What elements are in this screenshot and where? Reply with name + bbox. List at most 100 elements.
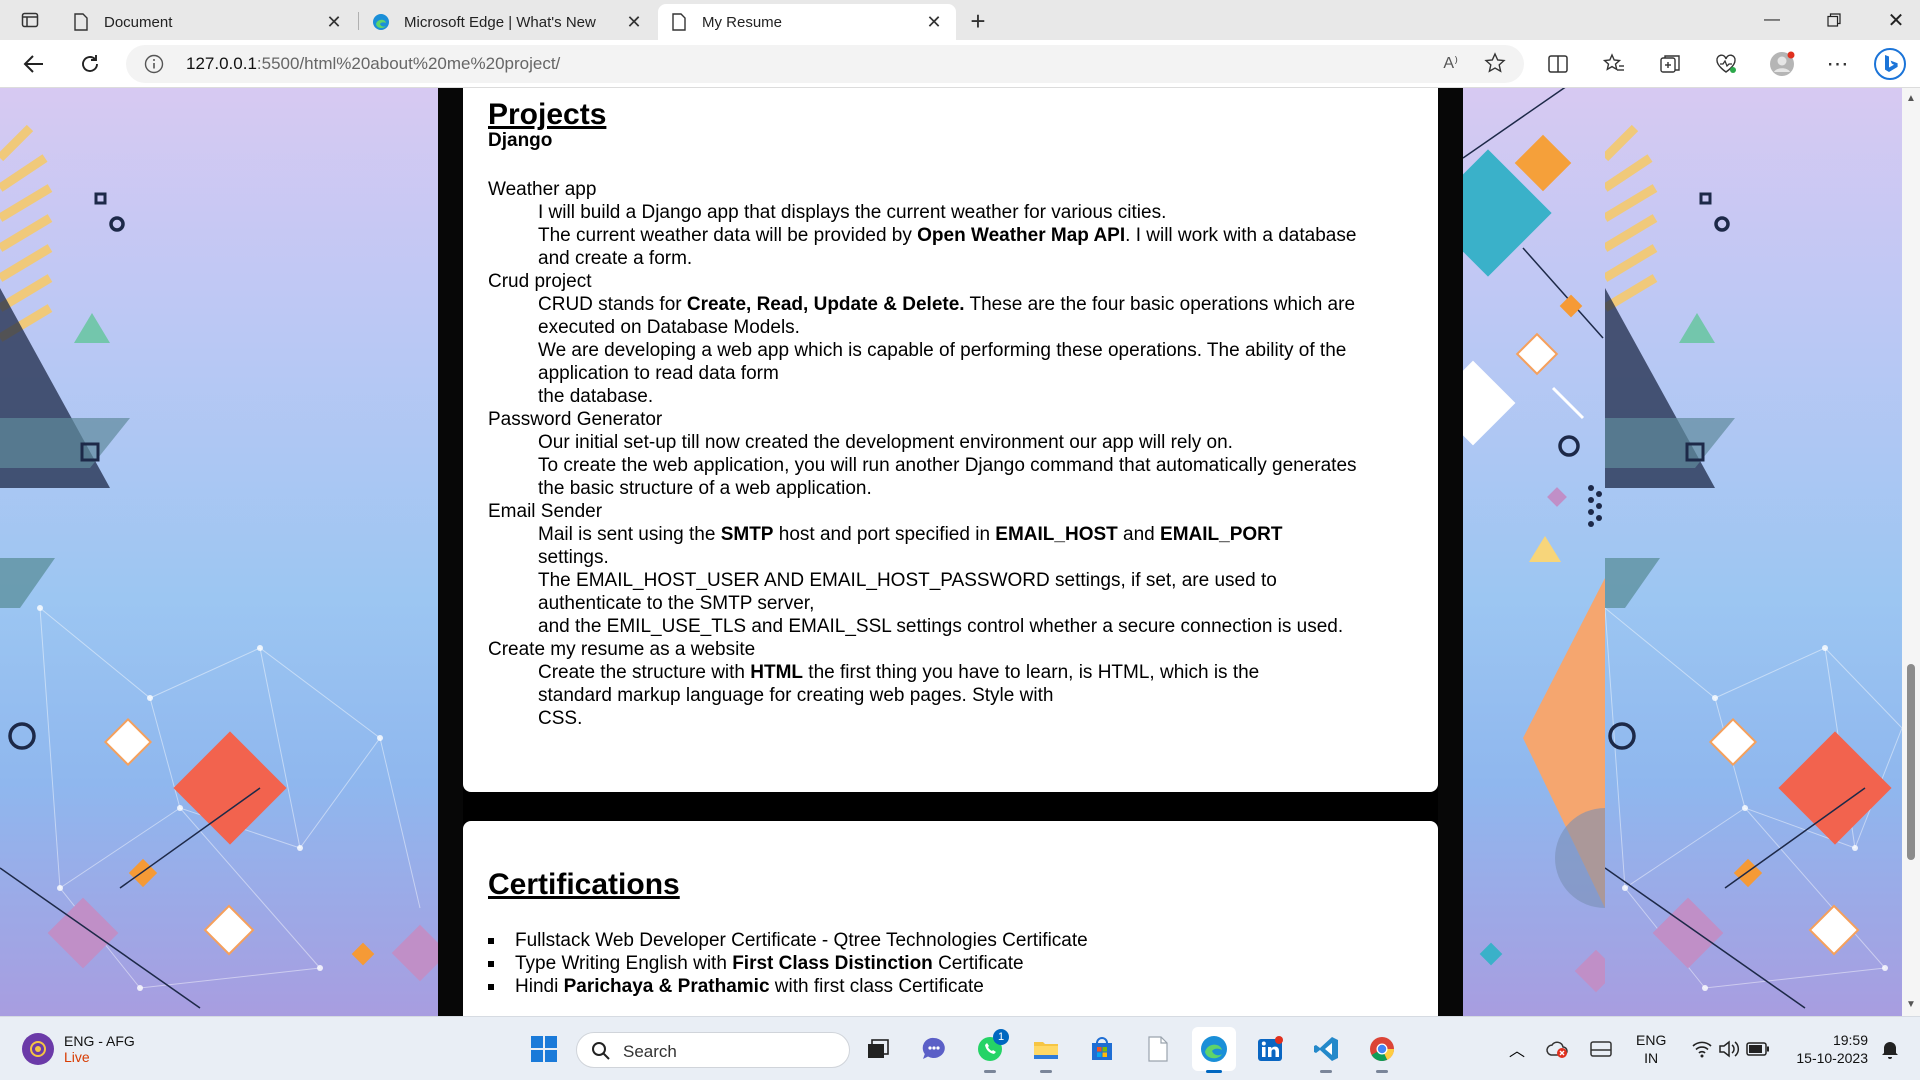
whatsapp-button[interactable]: 1 — [968, 1027, 1012, 1073]
notifications-button[interactable] — [1872, 1027, 1908, 1071]
page-scrollbar[interactable]: ▲ ▼ — [1902, 88, 1920, 1016]
language-region: IN — [1644, 1050, 1659, 1066]
project-description-line: settings. — [538, 547, 609, 568]
project-title: Weather app — [488, 179, 597, 200]
file-explorer-button[interactable] — [1024, 1027, 1068, 1073]
bold-text: HTML — [750, 662, 804, 683]
tab-strip: Document ✕ Microsoft Edge | What's New ✕… — [0, 0, 1920, 40]
address-bar[interactable]: 127.0.0.1:5500/html%20about%20me%20proje… — [126, 45, 1524, 83]
wifi-icon — [1692, 1041, 1712, 1058]
project-description-line: Create the structure with HTML the first… — [538, 662, 1260, 683]
edge-taskbar-button[interactable] — [1192, 1027, 1236, 1073]
running-indicator — [1040, 1070, 1052, 1073]
clock-date: 15-10-2023 — [1796, 1050, 1868, 1066]
linkedin-button[interactable] — [1248, 1027, 1292, 1071]
onedrive-status-button[interactable] — [1540, 1027, 1574, 1071]
widgets-icon — [22, 1033, 54, 1065]
blank-file-button[interactable] — [1136, 1027, 1180, 1071]
chat-icon — [922, 1037, 945, 1059]
cloud-error-icon — [1546, 1041, 1568, 1058]
windows-taskbar: ENG - AFG Live Search 1 ︿ ENG IN 19:59 1… — [0, 1016, 1920, 1080]
browser-toolbar: 127.0.0.1:5500/html%20about%20me%20proje… — [0, 40, 1920, 88]
scroll-up-icon[interactable]: ▲ — [1906, 94, 1916, 104]
widget-text-primary: ENG - AFG — [64, 1033, 135, 1049]
projects-heading: Projects — [488, 98, 607, 131]
chrome-button[interactable] — [1360, 1027, 1404, 1073]
search-icon — [592, 1042, 610, 1060]
certification-item: Hindi Parichaya & Prathamic with first c… — [488, 975, 1088, 998]
project-title: Email Sender — [488, 501, 603, 522]
notification-badge: 1 — [993, 1029, 1009, 1045]
search-placeholder: Search — [623, 1042, 677, 1061]
chat-button[interactable] — [912, 1027, 956, 1071]
volume-icon — [1719, 1040, 1740, 1058]
more-dots-icon: ⋯ — [1826, 51, 1850, 76]
collections-button[interactable] — [1652, 46, 1688, 82]
start-button[interactable] — [522, 1027, 566, 1071]
store-button[interactable] — [1080, 1027, 1124, 1071]
decorative-background-right — [1605, 88, 1902, 1016]
bold-text: First Class Distinction — [732, 953, 933, 974]
favorites-button[interactable] — [1596, 46, 1632, 82]
split-screen-button[interactable] — [1540, 46, 1576, 82]
show-hidden-icons-button[interactable]: ︿ — [1500, 1027, 1534, 1071]
refresh-icon — [82, 55, 98, 72]
project-description-line: Mail is sent using the SMTP host and por… — [538, 524, 1283, 545]
split-screen-icon — [1548, 55, 1568, 73]
projects-section: Projects Django Weather app I will build … — [463, 88, 1438, 792]
running-indicator — [984, 1070, 996, 1073]
tab-title: My Resume — [702, 13, 783, 31]
project-description-line: the basic structure of a web application… — [538, 478, 872, 499]
certifications-section: Certifications Fullstack Web Developer C… — [463, 821, 1438, 1016]
linkedin-icon — [1258, 1036, 1283, 1061]
vscode-button[interactable] — [1304, 1027, 1348, 1073]
chrome-icon — [1370, 1037, 1394, 1061]
close-tab-icon[interactable]: ✕ — [624, 12, 644, 32]
project-description-line: application to read data form — [538, 363, 779, 384]
scroll-down-icon[interactable]: ▼ — [1906, 1000, 1916, 1010]
scrollbar-thumb[interactable] — [1907, 664, 1915, 860]
tab-actions-button[interactable] — [10, 8, 50, 32]
tray-keyboard-button[interactable] — [1584, 1027, 1618, 1071]
bold-text: EMAIL_PORT — [1160, 524, 1283, 545]
refresh-button[interactable] — [72, 46, 108, 82]
browser-essentials-button[interactable] — [1708, 46, 1744, 82]
profile-button[interactable] — [1764, 46, 1800, 82]
read-aloud-icon[interactable]: A⁾ — [1443, 53, 1458, 73]
plus-icon: + — [970, 5, 986, 36]
quick-settings-button[interactable] — [1686, 1027, 1776, 1071]
heart-pulse-icon — [1716, 54, 1736, 73]
close-icon: ✕ — [1887, 9, 1905, 32]
bing-copilot-icon — [1874, 48, 1906, 80]
language-indicator[interactable]: ENG IN — [1636, 1031, 1666, 1067]
minimize-button[interactable]: — — [1748, 0, 1796, 40]
back-button[interactable] — [16, 46, 52, 82]
taskbar-search-box[interactable]: Search — [576, 1032, 850, 1068]
restore-button[interactable] — [1810, 0, 1858, 40]
settings-more-button[interactable]: ⋯ — [1820, 46, 1856, 82]
certification-item: Type Writing English with First Class Di… — [488, 952, 1088, 975]
projects-subheading: Django — [488, 130, 553, 151]
url-text[interactable]: 127.0.0.1:5500/html%20about%20me%20proje… — [186, 54, 560, 74]
widgets-button[interactable]: ENG - AFG Live — [22, 1033, 135, 1065]
tab-my-resume[interactable]: My Resume ✕ — [658, 4, 956, 40]
system-clock[interactable]: 19:59 15-10-2023 — [1782, 1031, 1868, 1067]
task-view-button[interactable] — [856, 1027, 900, 1071]
tab-actions-icon — [21, 12, 39, 28]
certifications-heading: Certifications — [488, 868, 680, 901]
tab-whats-new[interactable]: Microsoft Edge | What's New ✕ — [360, 4, 656, 40]
running-indicator — [1376, 1070, 1388, 1073]
copilot-button[interactable] — [1872, 46, 1908, 82]
tab-document[interactable]: Document ✕ — [60, 4, 356, 40]
new-tab-button[interactable]: + — [963, 6, 993, 36]
favorite-star-icon[interactable] — [1484, 52, 1506, 74]
close-window-button[interactable]: ✕ — [1872, 0, 1920, 40]
site-info-icon[interactable] — [144, 54, 164, 74]
geometric-pattern-image — [1463, 88, 1605, 993]
close-tab-icon[interactable]: ✕ — [324, 12, 344, 32]
restore-icon — [1827, 13, 1841, 27]
vscode-icon — [1314, 1037, 1338, 1061]
project-description-line: the database. — [538, 386, 654, 407]
close-tab-icon[interactable]: ✕ — [924, 12, 944, 32]
project-description-line: CSS. — [538, 708, 583, 729]
